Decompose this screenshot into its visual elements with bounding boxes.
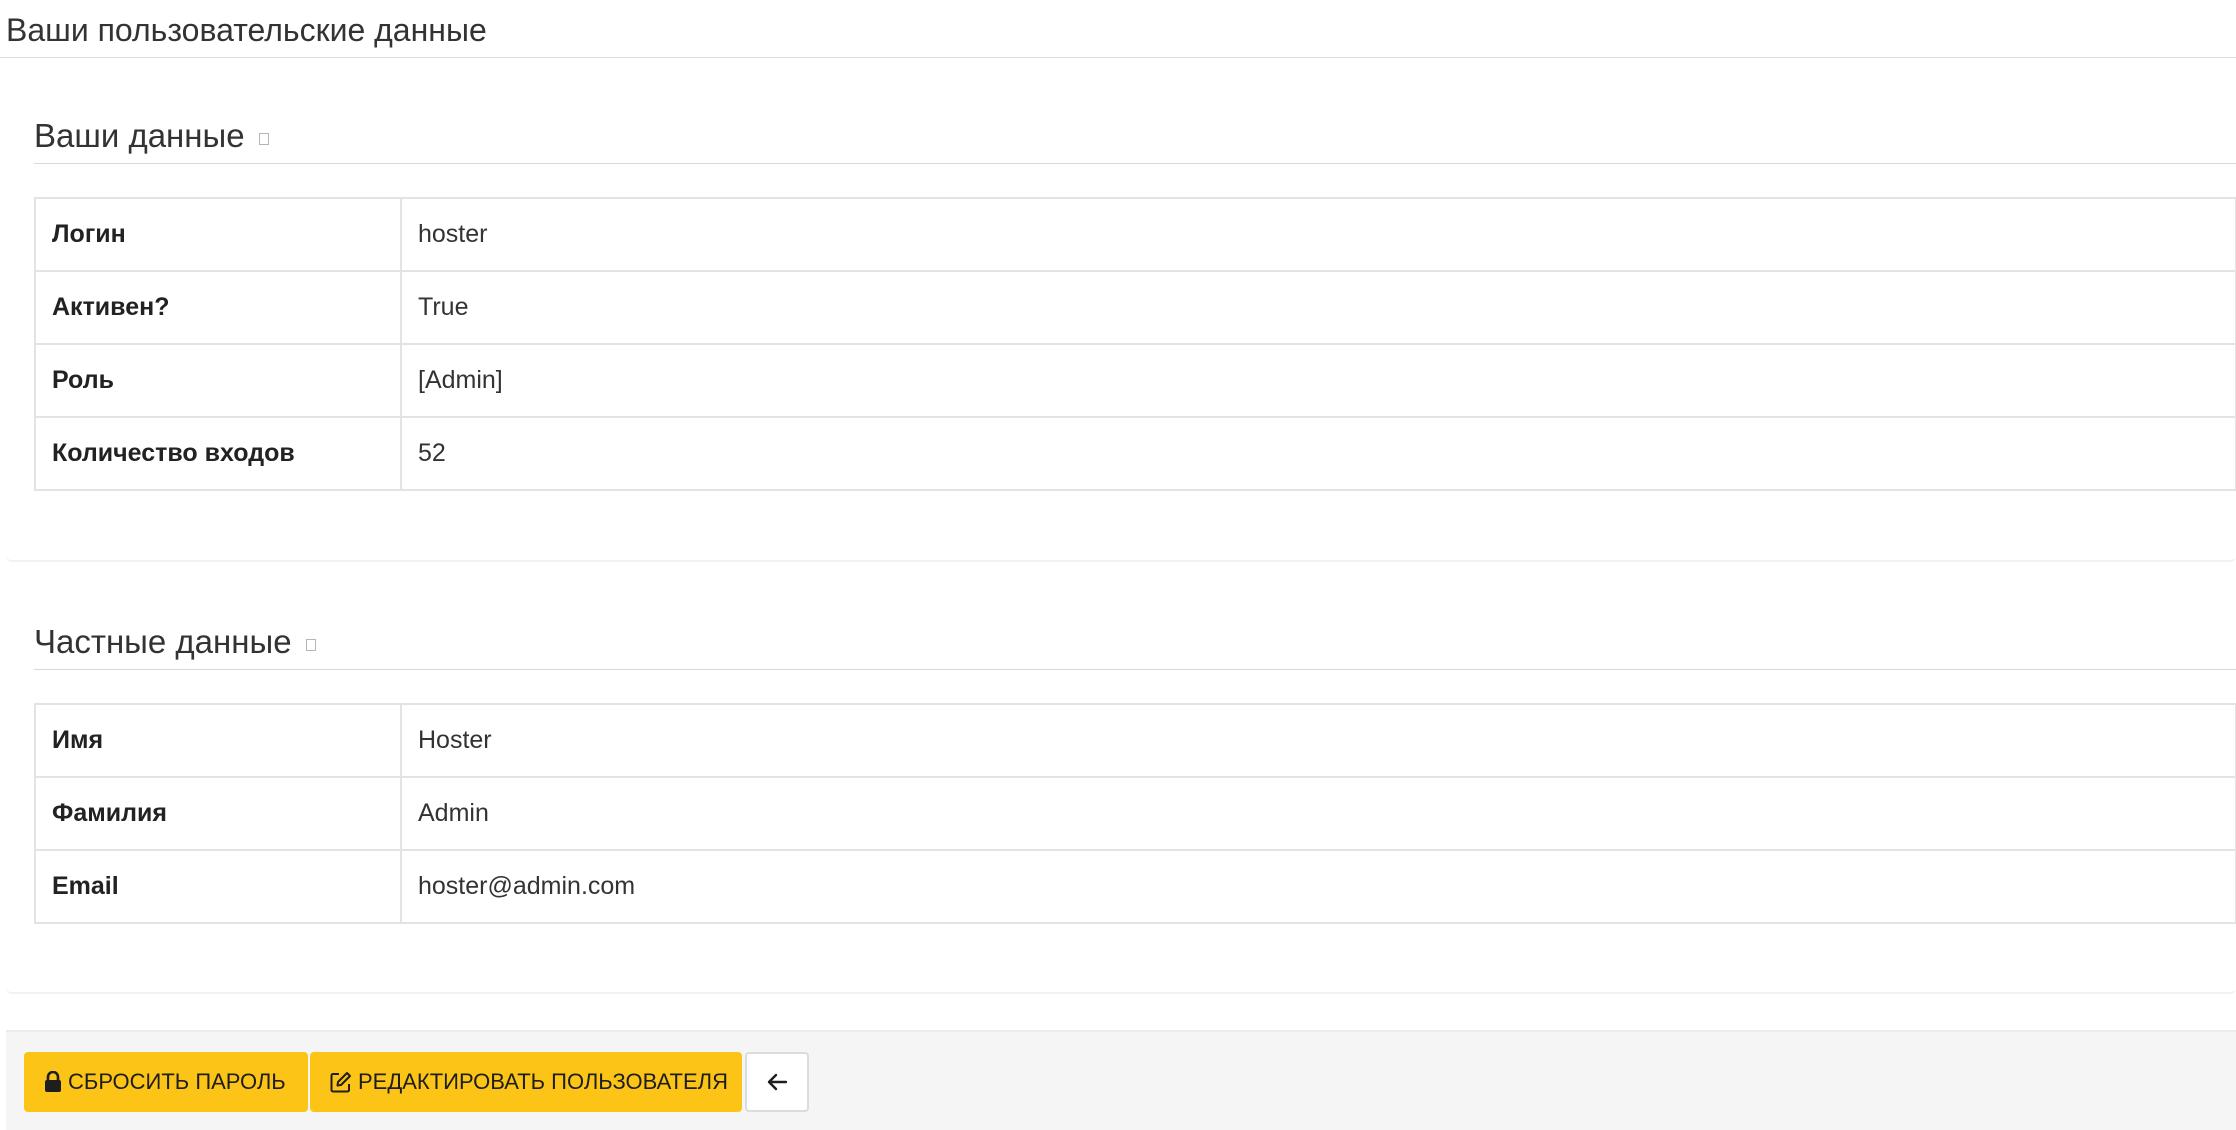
reset-password-button[interactable]: СБРОСИТЬ ПАРОЛЬ: [24, 1052, 308, 1112]
table-row: Роль [Admin]: [34, 343, 2236, 418]
edit-user-button[interactable]: РЕДАКТИРОВАТЬ ПОЛЬЗОВАТЕЛЯ: [310, 1052, 742, 1112]
table-row: Фамилия Admin: [34, 776, 2236, 851]
row-label-email: Email: [34, 849, 402, 924]
reset-password-label: СБРОСИТЬ ПАРОЛЬ: [68, 1069, 286, 1094]
private-data-section-title[interactable]: Частные данные: [34, 622, 316, 662]
user-data-table: Логин hoster Активен? True Роль [Admin] …: [34, 197, 2236, 491]
row-value-login: hoster: [400, 197, 2236, 272]
user-profile-page: Ваши пользовательские данные Ваши данные…: [0, 0, 2236, 1130]
user-data-title-text: Ваши данные: [34, 117, 245, 154]
private-data-table: Имя Hoster Фамилия Admin Email hoster@ad…: [34, 703, 2236, 924]
row-value-role: [Admin]: [400, 343, 2236, 418]
row-value-first-name: Hoster: [400, 703, 2236, 778]
user-data-divider: [34, 163, 2236, 164]
back-button[interactable]: [745, 1052, 809, 1112]
private-data-panel: Частные данные Имя Hoster Фамилия Admin …: [6, 566, 2236, 994]
row-label-last-name: Фамилия: [34, 776, 402, 851]
action-bar: СБРОСИТЬ ПАРОЛЬ РЕДАКТИРОВАТЬ ПОЛЬЗОВАТЕ…: [6, 1030, 2236, 1130]
arrow-left-icon: [766, 1072, 788, 1092]
row-value-email: hoster@admin.com: [400, 849, 2236, 924]
row-label-role: Роль: [34, 343, 402, 418]
private-data-divider: [34, 669, 2236, 670]
row-label-first-name: Имя: [34, 703, 402, 778]
page-title: Ваши пользовательские данные: [6, 12, 487, 48]
row-label-login-count: Количество входов: [34, 416, 402, 491]
table-row: Активен? True: [34, 270, 2236, 345]
collapse-toggle-icon[interactable]: [305, 639, 316, 651]
row-label-login: Логин: [34, 197, 402, 272]
row-label-active: Активен?: [34, 270, 402, 345]
row-value-last-name: Admin: [400, 776, 2236, 851]
edit-user-label: РЕДАКТИРОВАТЬ ПОЛЬЗОВАТЕЛЯ: [358, 1069, 728, 1094]
table-row: Логин hoster: [34, 197, 2236, 272]
table-row: Количество входов 52: [34, 416, 2236, 491]
row-value-login-count: 52: [400, 416, 2236, 491]
table-row: Имя Hoster: [34, 703, 2236, 778]
page-title-divider: [0, 57, 2236, 58]
private-data-title-text: Частные данные: [34, 623, 292, 660]
edit-icon: [330, 1071, 352, 1093]
collapse-toggle-icon[interactable]: [258, 133, 269, 145]
table-row: Email hoster@admin.com: [34, 849, 2236, 924]
row-value-active: True: [400, 270, 2236, 345]
user-data-panel: Ваши данные Логин hoster Активен? True Р…: [6, 60, 2236, 562]
user-data-section-title[interactable]: Ваши данные: [34, 116, 269, 156]
lock-icon: [44, 1071, 62, 1093]
